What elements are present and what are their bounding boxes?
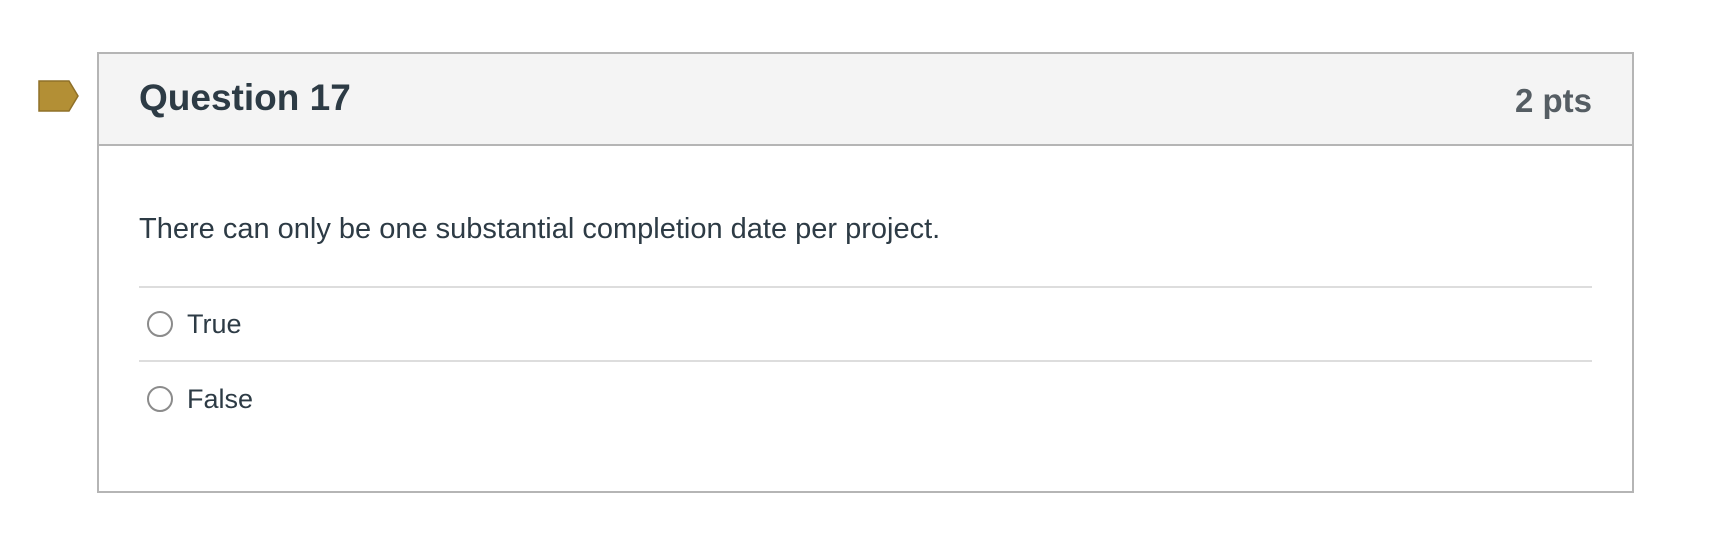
radio-button-false[interactable] xyxy=(147,386,173,412)
answer-list: True False xyxy=(139,286,1592,436)
answer-label-true: True xyxy=(187,308,242,339)
bookmark-flag-icon xyxy=(38,80,79,112)
question-header: Question 17 2 pts xyxy=(99,54,1632,146)
flag-question-icon[interactable] xyxy=(38,80,80,112)
answer-option-true[interactable]: True xyxy=(139,288,1592,362)
answer-option-false[interactable]: False xyxy=(139,362,1592,436)
question-points: 2 pts xyxy=(1514,82,1592,119)
question-title: Question 17 xyxy=(139,77,351,118)
question-body: There can only be one substantial comple… xyxy=(99,146,1632,436)
radio-button-true[interactable] xyxy=(147,311,173,337)
question-card: Question 17 2 pts There can only be one … xyxy=(97,52,1634,493)
question-text: There can only be one substantial comple… xyxy=(139,213,941,245)
answer-label-false: False xyxy=(187,383,254,414)
